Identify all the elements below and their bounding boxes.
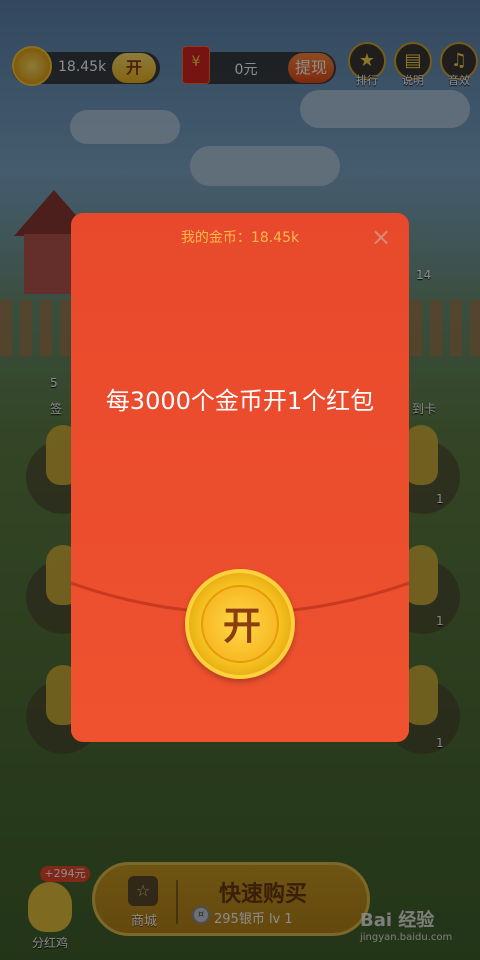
open-label: 开 [222,604,261,648]
close-icon[interactable]: × [369,225,393,249]
red-envelope-modal: 我的金币：18.45k × 每3000个金币开1个红包 开 [71,213,409,742]
my-coins-header: 我的金币：18.45k [180,230,300,246]
open-envelope-button[interactable]: 开 [185,569,295,679]
envelope-message: 每3000个金币开1个红包 [105,387,375,415]
